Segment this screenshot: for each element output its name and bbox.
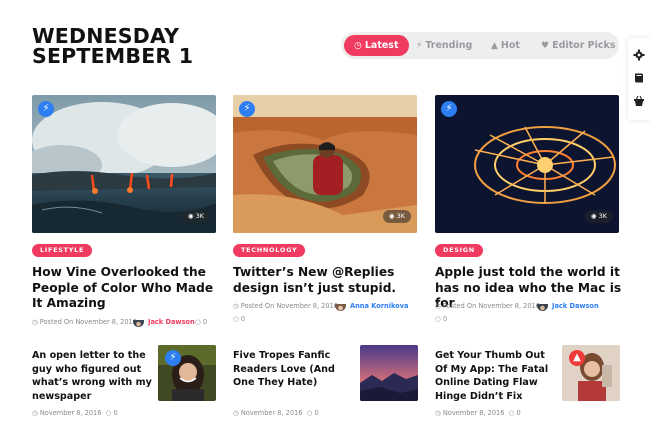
clock-icon: ◷ xyxy=(233,302,239,310)
clock-icon: ◷ xyxy=(32,409,38,417)
clock-icon: ◷ xyxy=(233,409,239,417)
page-title: WEDNESDAY SEPTEMBER 1 xyxy=(32,24,194,68)
weekday-label: WEDNESDAY xyxy=(32,24,180,48)
comment-icon: ○ xyxy=(435,315,441,323)
mini-post-meta: ◷ November 8, 2016 ○ 0 xyxy=(233,409,319,417)
date-label: SEPTEMBER 1 xyxy=(32,44,194,68)
comment-count[interactable]: ○ 0 xyxy=(435,315,447,323)
eye-icon: ◉ xyxy=(590,212,597,220)
post-title[interactable]: Twitter’s New @Replies design isn’t just… xyxy=(233,265,423,296)
flame-icon: ▲ xyxy=(491,41,498,51)
avatar[interactable] xyxy=(133,316,144,327)
floating-sidebar xyxy=(628,38,650,120)
bolt-badge-icon: ⚡︎ xyxy=(38,101,54,117)
mini-post-image[interactable]: ▲ xyxy=(562,345,620,401)
author-link[interactable]: Jack Dawson xyxy=(148,318,195,326)
tab-hot[interactable]: ▲ Hot xyxy=(491,35,520,56)
views-badge: ◉ 3K xyxy=(181,210,210,223)
clock-icon: ◷ xyxy=(435,302,441,310)
post-image-carousel[interactable]: ⚡︎ ◉ 3K xyxy=(435,95,619,233)
mini-post-image[interactable]: ⚡︎ xyxy=(158,345,216,401)
bolt-badge-icon: ⚡︎ xyxy=(239,101,255,117)
views-badge: ◉ 3K xyxy=(382,210,411,223)
mini-post-title[interactable]: Get Your Thumb Out Of My App: The Fatal … xyxy=(435,349,557,403)
comment-icon: ○ xyxy=(233,315,239,323)
post-date: ◷ Posted On November 8, 2016 xyxy=(32,318,137,326)
category-tag[interactable]: TECHNOLOGY xyxy=(233,244,306,257)
mini-post-title[interactable]: An open letter to the guy who figured ou… xyxy=(32,349,154,403)
mini-post-title[interactable]: Five Tropes Fanfic Readers Love (And One… xyxy=(233,349,355,390)
author-link[interactable]: Jack Dawson xyxy=(552,302,599,310)
tab-latest[interactable]: ◷ Latest xyxy=(344,35,409,56)
avatar[interactable] xyxy=(537,300,548,311)
comment-count[interactable]: ○ 0 xyxy=(233,315,245,323)
mini-post-meta: ◷ November 8, 2016 ○ 0 xyxy=(435,409,521,417)
basket-icon[interactable] xyxy=(633,95,645,107)
category-tag[interactable]: DESIGN xyxy=(435,244,483,257)
post-date: ◷ Posted On November 8, 2016 xyxy=(435,302,540,310)
comment-icon: ○ xyxy=(195,318,201,326)
mini-post-image[interactable] xyxy=(360,345,418,401)
comment-icon: ○ xyxy=(306,409,313,417)
post-image-canyon[interactable]: ⚡︎ ◉ 3K xyxy=(233,95,417,233)
eye-icon: ◉ xyxy=(187,212,194,220)
clock-icon: ◷ xyxy=(435,409,441,417)
bolt-badge-icon: ⚡︎ xyxy=(165,350,181,366)
filter-tabs: ◷ Latest ⚡︎ Trending ▲ Hot ♥ Editor Picks xyxy=(341,32,619,59)
tab-trending[interactable]: ⚡︎ Trending xyxy=(416,35,472,56)
post-image-lava[interactable]: ⚡︎ ◉ 3K xyxy=(32,95,216,233)
flame-badge-icon: ▲ xyxy=(569,350,585,366)
book-icon[interactable] xyxy=(633,72,645,84)
clock-icon: ◷ xyxy=(354,41,362,51)
post-date: ◷ Posted On November 8, 2016 xyxy=(233,302,338,310)
category-tag[interactable]: LIFESTYLE xyxy=(32,244,93,257)
heart-icon: ♥ xyxy=(541,41,550,51)
bolt-icon: ⚡︎ xyxy=(416,41,423,51)
tab-editor-picks[interactable]: ♥ Editor Picks xyxy=(541,35,616,56)
mini-post-meta: ◷ November 8, 2016 ○ 0 xyxy=(32,409,118,417)
avatar[interactable] xyxy=(335,300,346,311)
post-title[interactable]: How Vine Overlooked the People of Color … xyxy=(32,265,222,312)
comment-icon: ○ xyxy=(508,409,515,417)
author-link[interactable]: Anna Kornikova xyxy=(350,302,408,310)
views-badge: ◉ 3K xyxy=(584,210,613,223)
comment-icon: ○ xyxy=(105,409,112,417)
gear-icon[interactable] xyxy=(633,49,645,61)
clock-icon: ◷ xyxy=(32,318,38,326)
bolt-badge-icon: ⚡︎ xyxy=(441,101,457,117)
eye-icon: ◉ xyxy=(388,212,395,220)
comment-count[interactable]: ○ 0 xyxy=(195,318,207,326)
